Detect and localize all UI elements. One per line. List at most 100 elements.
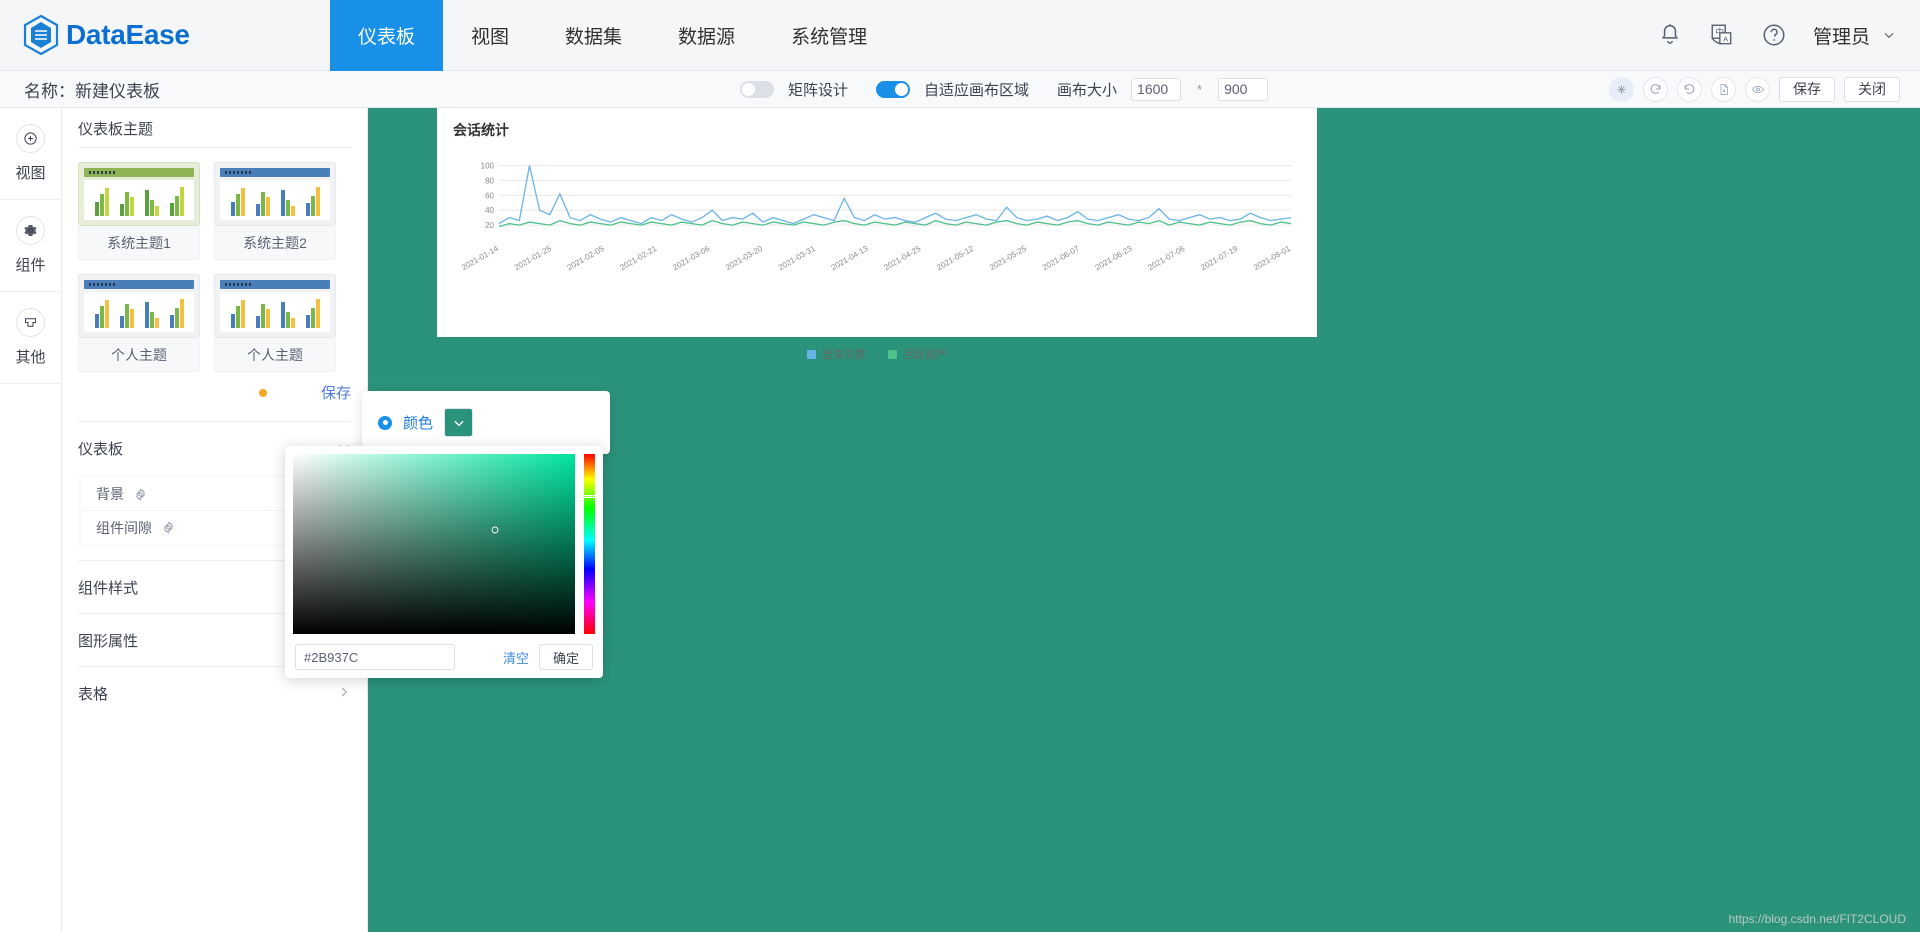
sparkle-icon[interactable] xyxy=(1609,76,1634,102)
hex-value-input[interactable] xyxy=(295,644,455,670)
top-navigation-bar: DataEase 仪表板 视图 数据集 数据源 系统管理 中 A 管理员 xyxy=(0,0,1920,71)
color-picker-dialog: 清空 确定 xyxy=(285,446,603,678)
theme-grid: 系统主题1 系统主题2 个人主题 个人主题 xyxy=(62,148,367,372)
nav-item-datasets[interactable]: 数据集 xyxy=(537,0,650,71)
svg-text:60: 60 xyxy=(485,191,494,200)
watermark-text: https://blog.csdn.net/FIT2CLOUD xyxy=(1728,912,1906,926)
svg-text:2021-02-21: 2021-02-21 xyxy=(618,244,658,272)
brand: DataEase xyxy=(0,14,330,56)
svg-text:2021-06-23: 2021-06-23 xyxy=(1094,244,1134,272)
matrix-design-toggle[interactable] xyxy=(740,80,774,98)
theme-thumb-header xyxy=(84,280,194,289)
left-rail: 视图 组件 其他 xyxy=(0,108,62,932)
chevron-down-icon xyxy=(1884,32,1894,39)
color-popover-label: 颜色 xyxy=(403,415,434,432)
svg-text:2021-07-19: 2021-07-19 xyxy=(1199,244,1239,272)
rail-label-views: 视图 xyxy=(15,165,46,182)
adaptive-canvas-toggle[interactable] xyxy=(876,80,911,98)
editor-toolbar: 名称：新建仪表板 矩阵设计 自适应画布区域 画布大小 * xyxy=(0,71,1920,108)
canvas-width-input[interactable] xyxy=(1131,77,1182,101)
chart-title: 会话统计 xyxy=(453,122,509,138)
toolbar-right-group: 保存 关闭 xyxy=(1609,76,1920,102)
close-button[interactable]: 关闭 xyxy=(1844,76,1900,102)
theme-name-label: 系统主题2 xyxy=(214,226,336,260)
hue-cursor-handle[interactable] xyxy=(583,495,596,499)
svg-text:40: 40 xyxy=(485,206,494,215)
color-picker-main xyxy=(293,454,596,634)
hue-slider[interactable] xyxy=(583,454,596,634)
theme-name-label: 个人主题 xyxy=(214,338,336,372)
theme-card-system-2[interactable]: 系统主题2 xyxy=(214,162,336,260)
theme-thumb-chart xyxy=(220,292,330,332)
svg-text:2021-04-13: 2021-04-13 xyxy=(830,244,870,272)
theme-thumbnail xyxy=(78,162,200,226)
save-button[interactable]: 保存 xyxy=(1779,76,1835,102)
chart-legend: 登录次数 活跃资产 xyxy=(453,346,1301,362)
theme-name-label: 个人主题 xyxy=(78,338,200,372)
svg-text:2021-02-05: 2021-02-05 xyxy=(566,244,606,272)
chart-widget[interactable]: 会话统计 20 40 60 80 100 2021-01-14 2021-01-25 2021… xyxy=(437,108,1317,361)
nav-right-group: 中 A 管理员 xyxy=(1657,22,1920,49)
nav-item-system[interactable]: 系统管理 xyxy=(763,0,895,71)
theme-thumb-header xyxy=(220,280,330,289)
gear-icon[interactable] xyxy=(134,487,147,501)
matrix-design-label: 矩阵设计 xyxy=(788,81,849,99)
bell-icon[interactable] xyxy=(1657,22,1683,48)
saturation-value-field[interactable] xyxy=(293,454,575,634)
gear-icon xyxy=(16,216,45,245)
app-root: DataEase 仪表板 视图 数据集 数据源 系统管理 中 A 管理员 名称：… xyxy=(0,0,1920,932)
svg-text:100: 100 xyxy=(481,161,495,170)
panel-title: 仪表板主题 xyxy=(78,121,154,138)
user-name-label: 管理员 xyxy=(1812,26,1870,48)
rail-item-components[interactable]: 组件 xyxy=(0,200,61,292)
rail-label-components: 组件 xyxy=(15,257,46,274)
undo-icon[interactable] xyxy=(1677,76,1702,102)
svg-text:2021-03-06: 2021-03-06 xyxy=(671,244,711,272)
color-radio[interactable] xyxy=(378,415,392,430)
nav-item-datasources[interactable]: 数据源 xyxy=(650,0,763,71)
sv-cursor-handle[interactable] xyxy=(491,526,499,534)
unsaved-indicator-dot xyxy=(258,388,267,397)
nav-item-dashboard[interactable]: 仪表板 xyxy=(330,0,444,71)
toolbar-center-group: 矩阵设计 自适应画布区域 画布大小 * xyxy=(740,77,1269,101)
rail-item-views[interactable]: 视图 xyxy=(0,108,61,200)
confirm-button[interactable]: 确定 xyxy=(539,644,593,670)
theme-thumb-chart xyxy=(84,292,194,332)
svg-text:2021-04-25: 2021-04-25 xyxy=(882,244,922,272)
help-circle-icon[interactable] xyxy=(1761,22,1787,48)
language-icon[interactable]: 中 A xyxy=(1709,22,1735,48)
redo-icon[interactable] xyxy=(1643,76,1668,102)
rail-item-others[interactable]: 其他 xyxy=(0,292,61,384)
svg-text:2021-08-01: 2021-08-01 xyxy=(1252,244,1292,272)
theme-card-system-1[interactable]: 系统主题1 xyxy=(78,162,200,260)
plus-circle-icon xyxy=(16,124,45,153)
svg-text:2021-06-07: 2021-06-07 xyxy=(1041,244,1081,272)
theme-thumb-header xyxy=(220,168,330,177)
svg-text:2021-05-12: 2021-05-12 xyxy=(935,244,975,272)
legend-label: 登录次数 xyxy=(822,349,866,361)
svg-text:2021-03-20: 2021-03-20 xyxy=(724,244,764,272)
theme-thumbnail xyxy=(214,274,336,338)
canvas-height-input[interactable] xyxy=(1218,77,1269,101)
theme-name-label: 系统主题1 xyxy=(78,226,200,260)
clear-button[interactable]: 清空 xyxy=(503,648,529,667)
gear-icon[interactable] xyxy=(162,521,175,534)
theme-card-personal-1[interactable]: 个人主题 xyxy=(78,274,200,372)
theme-save-link[interactable]: 保存 xyxy=(321,382,351,403)
user-menu[interactable]: 管理员 xyxy=(1813,22,1896,49)
preview-eye-icon[interactable] xyxy=(1745,76,1770,102)
chart-area: 20 40 60 80 100 2021-01-14 2021-01-25 2021-02-0… xyxy=(453,154,1301,304)
section-title: 组件样式 xyxy=(78,579,139,597)
theme-card-personal-2[interactable]: 个人主题 xyxy=(214,274,336,372)
brand-name: DataEase xyxy=(66,19,190,50)
color-swatch-button[interactable] xyxy=(444,408,474,437)
hexagon-logo-icon xyxy=(22,14,60,56)
export-file-icon[interactable] xyxy=(1711,76,1736,102)
nav-item-views[interactable]: 视图 xyxy=(443,0,537,71)
svg-text:80: 80 xyxy=(485,176,494,185)
canvas-size-label: 画布大小 xyxy=(1057,81,1118,99)
legend-item-active-assets[interactable]: 活跃资产 xyxy=(888,346,947,362)
svg-text:20: 20 xyxy=(485,221,494,230)
prop-label-background: 背景 xyxy=(96,486,124,502)
legend-item-logins[interactable]: 登录次数 xyxy=(807,346,866,362)
